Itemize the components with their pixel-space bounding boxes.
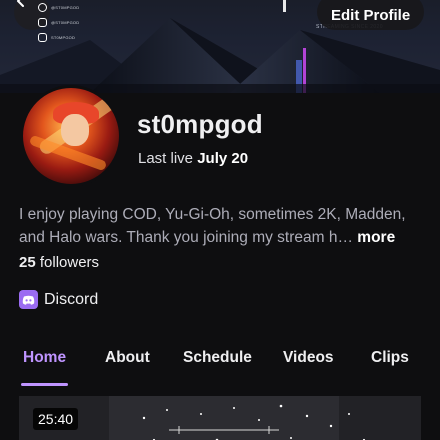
followers-number: 25 <box>19 254 36 271</box>
last-live-prefix: Last live <box>138 150 198 167</box>
channel-bio: I enjoy playing COD, Yu-Gi-Oh, sometimes… <box>19 203 429 249</box>
social-youtube: ST0MPGOD <box>38 32 79 42</box>
social-youtube-handle: ST0MPGOD <box>51 34 76 40</box>
username: st0mpgod <box>137 109 263 139</box>
bio-text: I enjoy playing COD, Yu-Gi-Oh, sometimes… <box>19 206 406 246</box>
video-thumbnail-art <box>19 396 421 440</box>
social-instagram: @ST0MPGOD <box>38 17 79 27</box>
followers-label: followers <box>35 254 100 271</box>
discord-icon <box>19 290 38 309</box>
banner-social-links: @ST0MPGOD @ST0MPGOD ST0MPGOD <box>38 2 79 42</box>
channel-tabs: Home About Schedule Videos Clips <box>0 349 440 389</box>
discord-link[interactable]: Discord <box>19 290 98 309</box>
tab-home[interactable]: Home <box>20 349 69 387</box>
last-live-date: July 20 <box>197 150 249 167</box>
twitter-icon <box>38 2 47 12</box>
bio-more-link[interactable]: more <box>353 229 395 246</box>
social-twitter: @ST0MPGOD <box>38 2 79 12</box>
profile-banner: @ST0MPGOD @ST0MPGOD ST0MPGOD STREAMING S… <box>0 0 440 93</box>
discord-label: Discord <box>44 290 99 308</box>
tab-schedule[interactable]: Schedule <box>183 349 252 387</box>
chevron-left-icon <box>17 0 24 7</box>
followers-count: 25 followers <box>19 254 99 271</box>
youtube-icon <box>38 32 47 42</box>
social-twitter-handle: @ST0MPGOD <box>51 4 80 10</box>
tab-about[interactable]: About <box>105 349 150 387</box>
tab-clips[interactable]: Clips <box>371 349 409 387</box>
last-live-status: Last live July 20 <box>138 150 248 167</box>
tab-videos[interactable]: Videos <box>283 349 334 387</box>
social-instagram-handle: @ST0MPGOD <box>51 19 80 25</box>
avatar <box>20 85 122 187</box>
video-duration-badge: 25:40 <box>33 408 79 430</box>
video-thumbnail[interactable]: 25:40 <box>19 396 421 440</box>
edit-profile-button[interactable]: Edit Profile <box>317 0 425 30</box>
instagram-icon <box>38 17 47 27</box>
